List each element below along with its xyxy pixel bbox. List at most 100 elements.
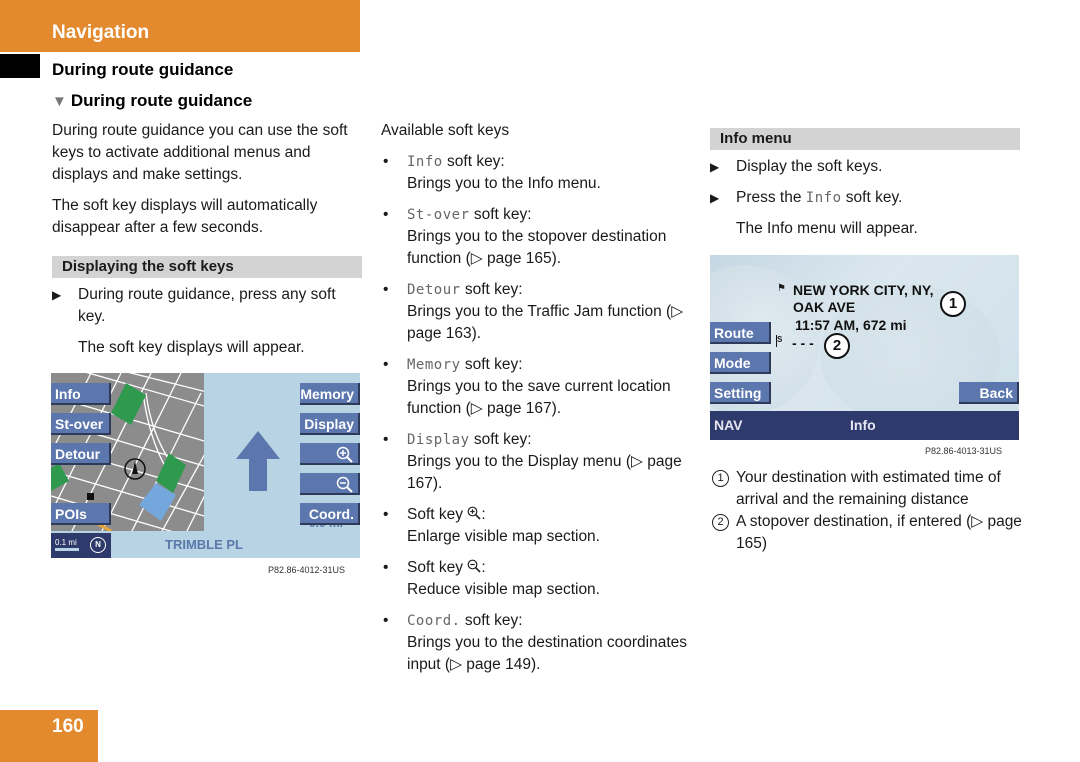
figure-caption: P82.86-4013-31US [925,446,1003,456]
instruction-step: ▶ During route guidance, press any soft k… [52,284,362,328]
soft-key-description: Brings you to the Display menu (▷ page 1… [407,453,682,492]
nav-label: NAV [714,417,743,433]
destination-line2: OAK AVE [793,299,856,315]
soft-key-title: Info soft key: [407,151,691,173]
soft-key-name: St-over [407,207,470,223]
park-area [51,463,69,491]
section-title: During route guidance [52,60,234,79]
info-menu-heading: Info menu [710,128,1020,150]
softkey-pois[interactable]: POIs [51,503,111,525]
callout-legend: 1 Your destination with estimated time of… [712,467,1032,555]
middle-column: Available soft keys • Info soft key: Bring… [381,120,691,685]
softkey-back[interactable]: Back [959,382,1019,404]
soft-key-item: • Display soft key: Brings you to the Disp… [381,429,691,495]
soft-key-title: Coord. soft key: [407,610,691,632]
soft-key-suffix: soft key: [460,356,523,373]
soft-key-item: • Info soft key: Brings you to the Info me… [381,151,691,195]
soft-key-item: • St-over soft key: Brings you to the stop… [381,204,691,270]
softkey-st-over[interactable]: St-over [51,413,111,435]
bullet: • [383,281,389,298]
soft-key-description: Brings you to the Info menu. [407,175,601,192]
note-paragraph: The soft key displays will automatically… [52,197,318,236]
soft-key-suffix: : [481,506,486,523]
legend-item: 1 Your destination with estimated time of… [712,467,1032,511]
soft-keys-heading: Available soft keys [381,122,510,139]
softkey-route[interactable]: Route [710,322,771,344]
checkered-flag-icon: ⚑ [777,283,786,294]
legend-number: 2 [712,514,729,531]
instruction-step: ▶ Display the soft keys. [710,156,1020,178]
menu-label: Info [850,417,876,433]
subsection-label: During route guidance [70,91,253,110]
bullet: • [383,153,389,170]
nav-screen-info-menu: ⚑ NEW YORK CITY, NY, OAK AVE 11:57 AM, 6… [710,255,1019,440]
bullet: • [383,206,389,223]
softkey-memory[interactable]: Memory [300,383,360,405]
scale-label: 0.1 mi [55,538,77,547]
soft-key-name: Memory [407,357,461,373]
compass-north-icon: N [90,537,106,553]
result-text: The soft key displays will appear. [78,339,305,356]
soft-key-prefix: Soft key [407,559,468,576]
soft-key-title: St-over soft key: [407,204,691,226]
soft-key-suffix: soft key: [442,153,505,170]
callout-1: 1 [940,291,966,317]
zoom-in-icon [336,447,353,464]
soft-key-description: Enlarge visible map section. [407,528,600,545]
soft-key-name: Coord. [407,613,461,629]
zoom-out-icon [467,559,481,576]
step-text-suffix: soft key. [841,189,903,206]
softkey-info[interactable]: Info [51,383,111,405]
arrow-right-icon: ▶ [52,288,62,302]
softkey-mode[interactable]: Mode [710,352,771,374]
soft-key-suffix: soft key: [469,206,532,223]
map-scale: 0.1 mi N [51,533,111,558]
step-text: Display the soft keys. [736,158,883,175]
soft-key-item: • Coord. soft key: Brings you to the desti… [381,610,691,676]
park-area [111,383,146,425]
subsection-title: ▼ During route guidance [52,91,252,111]
instruction-step: ▶ Press the Info soft key. [710,187,1020,209]
result-text: The Info menu will appear. [736,220,918,237]
soft-key-suffix: soft key: [460,612,523,629]
soft-key-prefix: Soft key [407,506,468,523]
soft-key-item: • Memory soft key: Brings you to the save … [381,354,691,420]
soft-key-title: Memory soft key: [407,354,691,376]
destination-line1: NEW YORK CITY, NY, [793,282,934,298]
softkey-detour[interactable]: Detour [51,443,111,465]
callout-2: 2 [824,333,850,359]
chapter-title: Navigation [52,22,150,43]
nav-screen-map: Info St-over Detour POIs Memory Display … [51,373,360,558]
intro-paragraph: During route guidance you can use the so… [52,122,348,183]
zoom-out-icon [336,477,353,494]
left-column: During route guidance you can use the so… [52,120,362,359]
legend-number: 1 [712,470,729,487]
soft-key-item: • Soft key : Reduce visible map section. [381,557,691,601]
soft-key-name: Display [407,432,470,448]
soft-key-title: Detour soft key: [407,279,691,301]
softkey-zoom-out[interactable] [300,473,360,495]
page-number: 160 [52,716,84,737]
nav-status-bar: NAV Info [710,411,1019,440]
soft-key-description: Brings you to the save current location … [407,378,671,417]
soft-key-suffix: : [481,559,486,576]
soft-key-description: Reduce visible map section. [407,581,600,598]
triangle-down-icon: ▼ [52,93,67,110]
soft-key-suffix: soft key: [460,281,523,298]
softkey-display[interactable]: Display [300,413,360,435]
softkey-setting[interactable]: Setting [710,382,771,404]
softkey-zoom-in[interactable] [300,443,360,465]
soft-key-title: Soft key : [407,504,691,526]
soft-key-suffix: soft key: [469,431,532,448]
displaying-soft-keys-heading: Displaying the soft keys [52,256,362,278]
figure-caption: P82.86-4012-31US [268,565,346,575]
softkey-name: Info [805,190,842,206]
softkey-coord[interactable]: Coord. [300,503,360,525]
soft-key-title: Soft key : [407,557,691,579]
arrow-right-icon: ▶ [710,191,720,205]
right-column: Info menu ▶ Display the soft keys. ▶ Press… [710,128,1020,240]
current-street: TRIMBLE PL [165,537,243,552]
bullet: • [383,559,389,576]
soft-key-name: Info [407,154,443,170]
eta-distance: 11:57 AM, 672 mi [795,317,907,333]
